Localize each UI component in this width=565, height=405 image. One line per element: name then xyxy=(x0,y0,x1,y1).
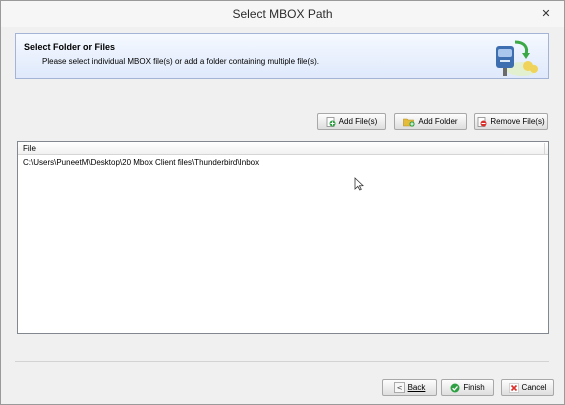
remove-files-label: Remove File(s) xyxy=(490,117,545,126)
list-item[interactable]: C:\Users\PuneetM\Desktop\20 Mbox Client … xyxy=(23,158,259,167)
close-icon: ✕ xyxy=(541,7,551,20)
add-folder-icon xyxy=(403,118,416,127)
close-button[interactable]: ✕ xyxy=(534,4,558,22)
footer-divider xyxy=(15,361,549,362)
add-files-label: Add File(s) xyxy=(338,117,378,126)
cancel-x-icon xyxy=(508,382,519,393)
finish-label: Finish xyxy=(463,383,485,392)
cancel-label: Cancel xyxy=(521,383,547,392)
add-files-button[interactable]: Add File(s) xyxy=(317,113,386,130)
check-circle-icon xyxy=(450,383,460,392)
remove-file-icon xyxy=(477,116,487,127)
svg-text:<: < xyxy=(396,384,402,392)
mailbox-arrow-icon xyxy=(496,40,538,76)
add-file-icon xyxy=(326,116,336,127)
file-list[interactable]: File C:\Users\PuneetM\Desktop\20 Mbox Cl… xyxy=(17,141,549,334)
header-description: Please select individual MBOX file(s) or… xyxy=(42,57,320,66)
add-folder-button[interactable]: Add Folder xyxy=(394,113,467,130)
column-header-file[interactable]: File xyxy=(18,142,548,155)
back-button[interactable]: < Back xyxy=(382,379,437,396)
header-panel: Select Folder or Files Please select ind… xyxy=(15,33,549,79)
back-label: Back xyxy=(407,383,426,392)
remove-files-button[interactable]: Remove File(s) xyxy=(474,113,548,130)
title-bar[interactable]: Select MBOX Path ✕ xyxy=(1,1,564,27)
column-header-label: File xyxy=(23,144,36,153)
mouse-cursor-icon xyxy=(354,177,364,191)
window-title: Select MBOX Path xyxy=(232,7,333,21)
add-folder-label: Add Folder xyxy=(418,117,458,126)
finish-button[interactable]: Finish xyxy=(441,379,494,396)
back-arrow-icon: < xyxy=(393,382,405,393)
dialog-window: Select MBOX Path ✕ Select Folder or File… xyxy=(0,0,565,405)
column-separator xyxy=(544,143,545,154)
cancel-button[interactable]: Cancel xyxy=(501,379,554,396)
header-title: Select Folder or Files xyxy=(24,42,116,52)
